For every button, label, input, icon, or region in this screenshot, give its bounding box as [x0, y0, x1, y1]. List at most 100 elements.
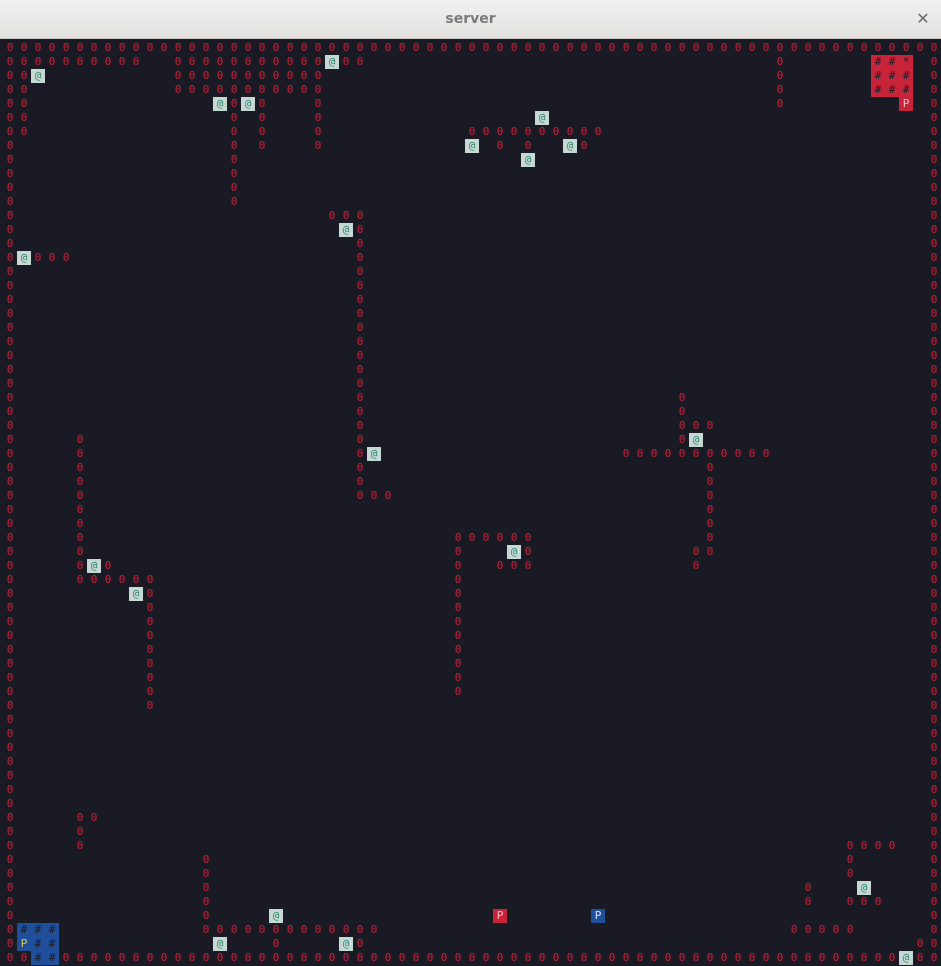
red-base-cell: # [885, 69, 899, 83]
wall-cell: 0 [916, 951, 924, 964]
wall-cell: 0 [384, 41, 392, 54]
wall-cell: 0 [930, 545, 938, 558]
wall-cell: 0 [580, 41, 588, 54]
wall-cell: 0 [930, 783, 938, 796]
wall-cell: 0 [818, 41, 826, 54]
wall-cell: 0 [790, 41, 798, 54]
wall-cell: 0 [356, 349, 364, 362]
red-player: P [899, 97, 913, 111]
wall-cell: 0 [482, 125, 490, 138]
agent-cell: @ [521, 153, 535, 167]
wall-cell: 0 [594, 125, 602, 138]
wall-cell: 0 [216, 41, 224, 54]
wall-cell: 0 [482, 531, 490, 544]
agent-cell: @ [325, 55, 339, 69]
wall-cell: 0 [300, 55, 308, 68]
wall-cell: 0 [258, 55, 266, 68]
wall-cell: 0 [202, 867, 210, 880]
wall-cell: 0 [538, 41, 546, 54]
wall-cell: 0 [776, 83, 784, 96]
wall-cell: 0 [6, 209, 14, 222]
wall-cell: 0 [874, 41, 882, 54]
wall-cell: 0 [76, 55, 84, 68]
wall-cell: 0 [412, 41, 420, 54]
wall-cell: 0 [930, 699, 938, 712]
wall-cell: 0 [440, 41, 448, 54]
wall-cell: 0 [202, 909, 210, 922]
wall-cell: 0 [286, 951, 294, 964]
wall-cell: 0 [146, 951, 154, 964]
wall-cell: 0 [930, 727, 938, 740]
red-base-cell: # [871, 55, 885, 69]
wall-cell: 0 [930, 279, 938, 292]
wall-cell: 0 [230, 951, 238, 964]
wall-cell: 0 [202, 853, 210, 866]
wall-cell: 0 [104, 951, 112, 964]
wall-cell: 0 [580, 139, 588, 152]
wall-cell: 0 [524, 41, 532, 54]
wall-cell: 0 [832, 923, 840, 936]
agent-cell: @ [367, 447, 381, 461]
wall-cell: 0 [454, 601, 462, 614]
wall-cell: 0 [6, 783, 14, 796]
wall-cell: 0 [90, 573, 98, 586]
close-icon[interactable]: ✕ [913, 9, 933, 29]
wall-cell: 0 [104, 41, 112, 54]
wall-cell: 0 [356, 377, 364, 390]
wall-cell: 0 [454, 559, 462, 572]
wall-cell: 0 [230, 69, 238, 82]
wall-cell: 0 [468, 125, 476, 138]
wall-cell: 0 [930, 713, 938, 726]
wall-cell: 0 [664, 951, 672, 964]
wall-cell: 0 [6, 741, 14, 754]
wall-cell: 0 [762, 447, 770, 460]
wall-cell: 0 [356, 391, 364, 404]
wall-cell: 0 [930, 741, 938, 754]
wall-cell: 0 [720, 41, 728, 54]
wall-cell: 0 [384, 951, 392, 964]
wall-cell: 0 [762, 951, 770, 964]
wall-cell: 0 [6, 237, 14, 250]
agent-cell: @ [269, 909, 283, 923]
wall-cell: 0 [20, 69, 28, 82]
wall-cell: 0 [146, 657, 154, 670]
red-flag: * [899, 55, 913, 69]
blue-base-cell: # [45, 937, 59, 951]
wall-cell: 0 [636, 447, 644, 460]
wall-cell: 0 [930, 629, 938, 642]
red-base-cell: # [871, 69, 885, 83]
agent-cell: @ [213, 937, 227, 951]
wall-cell: 0 [230, 923, 238, 936]
wall-cell: 0 [846, 867, 854, 880]
wall-cell: 0 [6, 573, 14, 586]
agent-cell: @ [339, 223, 353, 237]
wall-cell: 0 [258, 923, 266, 936]
wall-cell: 0 [146, 587, 154, 600]
wall-cell: 0 [118, 951, 126, 964]
wall-cell: 0 [244, 923, 252, 936]
wall-cell: 0 [244, 55, 252, 68]
wall-cell: 0 [6, 643, 14, 656]
wall-cell: 0 [272, 41, 280, 54]
wall-cell: 0 [706, 517, 714, 530]
wall-cell: 0 [454, 41, 462, 54]
wall-cell: 0 [160, 951, 168, 964]
agent-cell: @ [87, 559, 101, 573]
wall-cell: 0 [244, 951, 252, 964]
agent-cell: @ [857, 881, 871, 895]
wall-cell: 0 [34, 41, 42, 54]
agent-cell: @ [507, 545, 521, 559]
wall-cell: 0 [6, 881, 14, 894]
wall-cell: 0 [6, 419, 14, 432]
wall-cell: 0 [20, 97, 28, 110]
wall-cell: 0 [272, 69, 280, 82]
wall-cell: 0 [734, 41, 742, 54]
wall-cell: 0 [804, 41, 812, 54]
wall-cell: 0 [930, 601, 938, 614]
wall-cell: 0 [6, 601, 14, 614]
agent-cell: @ [563, 139, 577, 153]
wall-cell: 0 [832, 41, 840, 54]
wall-cell: 0 [930, 881, 938, 894]
wall-cell: 0 [650, 447, 658, 460]
wall-cell: 0 [930, 111, 938, 124]
